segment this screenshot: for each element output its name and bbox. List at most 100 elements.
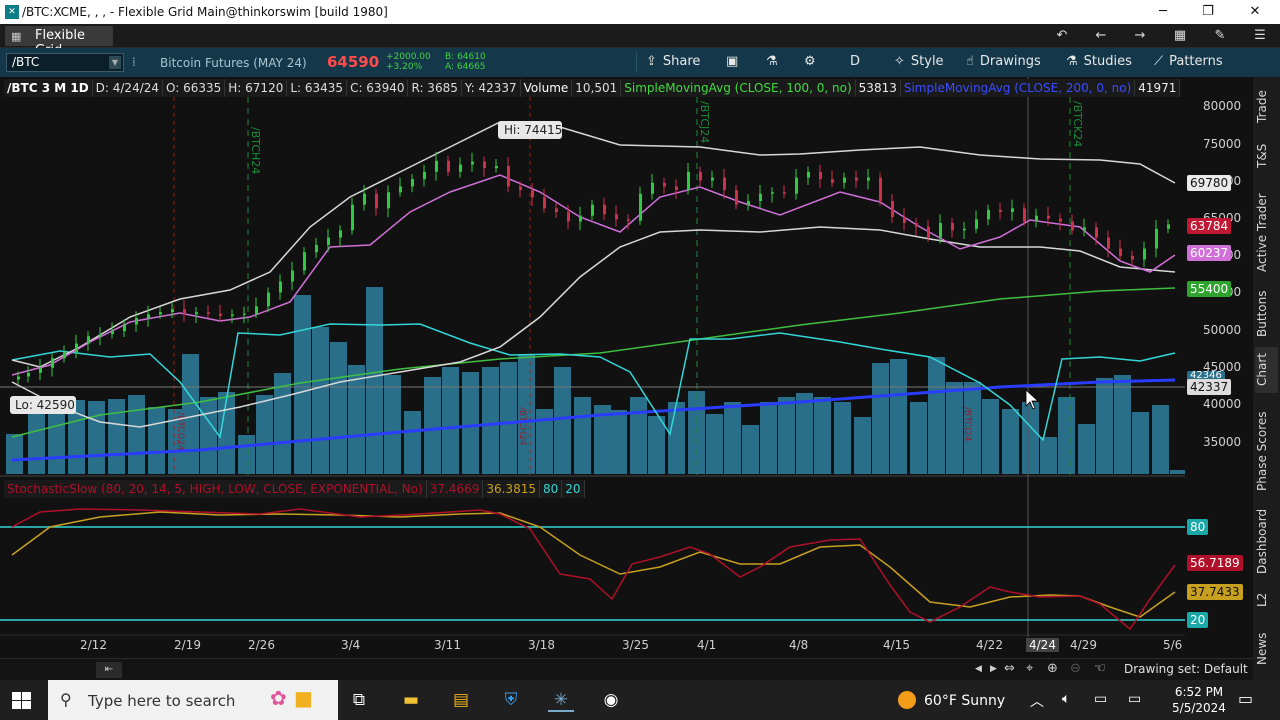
thinkorswim-taskbar-icon[interactable]: ✳: [548, 688, 574, 712]
volume-bar: [668, 402, 685, 474]
candle-body: [207, 312, 210, 314]
link-icon[interactable]: ⁞: [132, 55, 136, 69]
drawings-label: Drawings: [979, 54, 1041, 69]
right-sidebar-tabs: Trade T&S Active Trader Buttons Chart Ph…: [1253, 77, 1280, 680]
volume-bar: [778, 397, 795, 474]
network-icon[interactable]: ▭: [1094, 691, 1107, 707]
volume-bar: [424, 377, 441, 474]
symbol-input[interactable]: /BTC ▼: [6, 53, 124, 72]
studies-label: Studies: [1083, 54, 1132, 69]
volume-bar: [760, 402, 777, 474]
search-icon: ⚲: [60, 690, 72, 709]
price-chart-canvas[interactable]: /BTCH24 /BTCJ24 /BTCK24 /BTCG24 /BTCH24 …: [0, 77, 1253, 658]
tab-news[interactable]: News: [1255, 629, 1278, 669]
stochastic-study-label[interactable]: StochasticSlow (80, 20, 14, 5, HIGH, LOW…: [4, 480, 427, 498]
date-axis-label: 3/4: [341, 638, 361, 652]
undo-icon[interactable]: ↶: [1052, 27, 1072, 45]
volume-bar: [330, 342, 347, 474]
drawings-button[interactable]: ☝ Drawings: [966, 54, 1041, 69]
pan-hand-icon[interactable]: ☜: [1094, 661, 1106, 676]
scroll-right-icon[interactable]: ▶: [990, 664, 997, 674]
menu-icon[interactable]: ☰: [1250, 27, 1270, 45]
forward-arrow-icon[interactable]: →: [1130, 27, 1150, 45]
tab-phase-scores[interactable]: Phase Scores: [1255, 405, 1278, 497]
gear-button[interactable]: ⚙: [804, 54, 822, 69]
candle-body: [147, 314, 150, 319]
chevron-down-icon[interactable]: ▼: [109, 56, 121, 69]
tab-dashboard[interactable]: Dashboard: [1255, 505, 1278, 577]
calendar-icon: ▣: [726, 54, 739, 69]
volume-study-label[interactable]: Volume: [520, 79, 573, 97]
restore-button[interactable]: ❐: [1193, 2, 1223, 22]
expand-horizontal-icon[interactable]: ⇔: [1004, 661, 1015, 676]
weather-widget[interactable]: 60°F Sunny: [898, 691, 1005, 709]
notifications-icon[interactable]: ▭: [1238, 689, 1253, 708]
tab-buttons[interactable]: Buttons: [1255, 289, 1278, 339]
candle-body: [471, 161, 474, 165]
sma100-study-label[interactable]: SimpleMovingAvg (CLOSE, 100, 0, no): [621, 79, 856, 97]
tab-trade[interactable]: Trade: [1255, 87, 1278, 127]
chart-area[interactable]: /BTCH24 /BTCJ24 /BTCK24 /BTCG24 /BTCH24 …: [0, 77, 1253, 658]
task-view-icon[interactable]: ⧉: [346, 688, 372, 712]
tray-chevron-icon[interactable]: ︿: [1030, 691, 1044, 711]
tab-l2[interactable]: L2: [1255, 587, 1278, 613]
candle-body: [279, 281, 282, 293]
taskbar-clock[interactable]: 6:52 PM 5/5/2024: [1168, 684, 1230, 716]
volume-bar: [148, 407, 165, 474]
close-button[interactable]: ✕: [1240, 2, 1270, 22]
aggregation-button[interactable]: D: [850, 54, 860, 69]
price-axis[interactable]: 80000 75000 70000 65000 60000 55000 5000…: [1185, 77, 1253, 635]
drawing-set-selector[interactable]: Drawing set: Default: [1124, 662, 1248, 676]
recorder-app-icon[interactable]: ◉: [598, 688, 624, 712]
volume-bar: [442, 367, 459, 474]
candle-body: [807, 171, 810, 178]
taskbar-search[interactable]: ⚲ Type here to search ✿ ■: [48, 680, 338, 720]
chart-symbol-period[interactable]: /BTC 3 M 1D: [4, 79, 93, 97]
back-arrow-icon[interactable]: ←: [1091, 27, 1111, 45]
candle-body: [17, 376, 20, 380]
scroll-to-left-icon[interactable]: ⇤: [96, 662, 122, 678]
speaker-icon[interactable]: 🔈︎: [1062, 691, 1070, 707]
style-button[interactable]: ✧ Style: [894, 54, 944, 69]
notes-app-icon[interactable]: ▤: [448, 688, 474, 712]
zoom-in-icon[interactable]: ⊕: [1047, 661, 1058, 676]
layout-selector-button[interactable]: ▦ Flexible Grid: [5, 26, 113, 58]
scroll-left-icon[interactable]: ◀: [975, 664, 982, 674]
sma200-study-label[interactable]: SimpleMovingAvg (CLOSE, 200, 0, no): [900, 79, 1136, 97]
volume-bar: [1114, 375, 1131, 474]
style-label: Style: [910, 54, 944, 69]
windows-start-icon[interactable]: [12, 692, 32, 709]
candle-body: [987, 209, 990, 220]
volume-bar: [554, 367, 571, 474]
chart-settings-button[interactable]: ▣: [726, 54, 744, 69]
tab-chart[interactable]: Chart: [1255, 347, 1278, 393]
flask-button[interactable]: ⚗: [766, 54, 784, 69]
security-app-icon[interactable]: ⛨: [498, 688, 524, 712]
zoom-out-icon[interactable]: ⊖: [1070, 661, 1081, 676]
candle-body: [1167, 224, 1170, 229]
candle-body: [1155, 228, 1158, 249]
volume-bar: [1096, 378, 1113, 474]
display-icon[interactable]: ▭: [1128, 691, 1141, 707]
share-button[interactable]: ⇪ Share: [646, 54, 700, 69]
chart-close: C: 63940: [347, 79, 409, 97]
candle-body: [831, 179, 834, 183]
minimize-button[interactable]: ─: [1148, 2, 1178, 22]
file-explorer-icon[interactable]: ▬: [398, 688, 424, 712]
tab-time-and-sales[interactable]: T&S: [1255, 139, 1278, 173]
candle-body: [159, 312, 162, 315]
patterns-button[interactable]: ⟋ Patterns: [1154, 54, 1223, 69]
pin-icon[interactable]: ✎: [1210, 27, 1230, 45]
patterns-label: Patterns: [1169, 54, 1223, 69]
price-axis-label: 80000: [1203, 99, 1242, 113]
crosshair-icon[interactable]: ⌖: [1026, 661, 1033, 676]
stochastic-header: StochasticSlow (80, 20, 14, 5, HIGH, LOW…: [4, 480, 585, 498]
candle-body: [795, 177, 798, 194]
grid-layout-icon[interactable]: ▦: [1170, 27, 1190, 45]
date-axis-label: 4/15: [883, 638, 910, 652]
volume-value: 10,501: [572, 79, 622, 97]
studies-button[interactable]: ⚗ Studies: [1066, 54, 1132, 69]
chart-bottom-controls: ⇤ ◀ ▶ ⇔ ⌖ ⊕ ⊖ ☜ Drawing set: Default: [0, 658, 1253, 680]
tab-active-trader[interactable]: Active Trader: [1255, 185, 1278, 281]
candle-body: [195, 312, 198, 315]
